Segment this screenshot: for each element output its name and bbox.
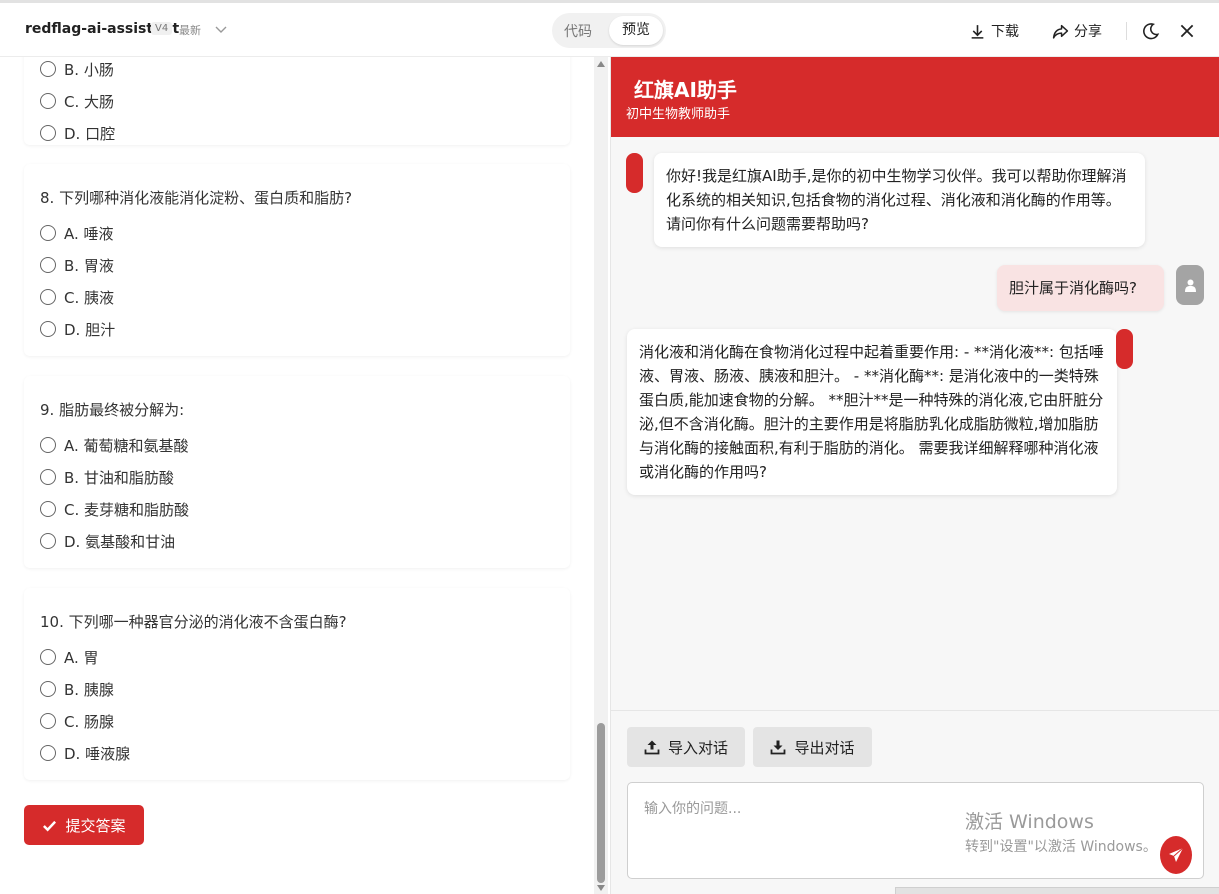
question-card: B. 小肠 C. 大肠 D. 口腔 — [24, 57, 570, 145]
option[interactable]: C. 肠腺 — [40, 711, 114, 731]
radio-button[interactable] — [40, 469, 56, 485]
check-icon — [43, 820, 57, 831]
share-label: 分享 — [1074, 24, 1102, 40]
option[interactable]: B. 胰腺 — [40, 679, 114, 699]
assistant-message: 消化液和消化酶在食物消化过程中起着重要作用: - **消化液**: 包括唾液、胃… — [627, 329, 1117, 495]
radio-button[interactable] — [40, 745, 56, 761]
option[interactable]: D. 氨基酸和甘油 — [40, 531, 175, 551]
scrollbar-thumb[interactable] — [597, 723, 605, 883]
chat-input[interactable] — [627, 782, 1204, 879]
assistant-avatar — [626, 153, 643, 193]
radio-button[interactable] — [40, 225, 56, 241]
user-avatar — [1176, 265, 1204, 305]
activation-watermark-subtitle: 转到"设置"以激活 Windows。 — [965, 839, 1157, 855]
radio-button[interactable] — [40, 681, 56, 697]
radio-button[interactable] — [40, 93, 56, 109]
scroll-down-arrow-icon[interactable] — [597, 885, 605, 891]
radio-button[interactable] — [40, 289, 56, 305]
question-title: 10. 下列哪一种器官分泌的消化液不含蛋白酶? — [40, 613, 347, 631]
radio-button[interactable] — [40, 321, 56, 337]
option[interactable]: A. 葡萄糖和氨基酸 — [40, 435, 189, 455]
taskbar-edge — [895, 887, 1219, 894]
user-message: 胆汁属于消化酶吗? — [997, 265, 1164, 311]
chat-panel: 红旗AI助手 初中生物教师助手 你好!我是红旗AI助手,是你的初中生物学习伙伴。… — [610, 57, 1219, 894]
chevron-down-icon[interactable] — [213, 21, 229, 37]
radio-button[interactable] — [40, 649, 56, 665]
question-card: 9. 脂肪最终被分解为: A. 葡萄糖和氨基酸 B. 甘油和脂肪酸 C. 麦芽糖… — [24, 376, 570, 568]
option[interactable]: A. 唾液 — [40, 223, 114, 243]
option[interactable]: B. 甘油和脂肪酸 — [40, 467, 174, 487]
radio-button[interactable] — [40, 61, 56, 77]
option[interactable]: C. 麦芽糖和脂肪酸 — [40, 499, 189, 519]
toolbar-divider — [1126, 22, 1127, 40]
option[interactable]: D. 唾液腺 — [40, 743, 130, 763]
paper-plane-icon — [1169, 847, 1184, 862]
activation-watermark-title: 激活 Windows — [965, 811, 1094, 833]
moon-icon[interactable] — [1142, 22, 1160, 40]
version-badge: V4 — [151, 22, 173, 35]
top-bar: redflag-ai-assistant V4 最新 代码 预览 下载 分享 — [0, 0, 1219, 57]
radio-button[interactable] — [40, 501, 56, 517]
radio-button[interactable] — [40, 437, 56, 453]
tab-code[interactable]: 代码 — [564, 21, 592, 41]
radio-button[interactable] — [40, 125, 56, 141]
assistant-avatar — [1116, 329, 1133, 369]
submit-button[interactable]: 提交答案 — [24, 805, 144, 845]
question-card: 10. 下列哪一种器官分泌的消化液不含蛋白酶? A. 胃 B. 胰腺 C. 肠腺… — [24, 588, 570, 780]
option[interactable]: D. 口腔 — [40, 123, 115, 143]
radio-button[interactable] — [40, 713, 56, 729]
close-icon[interactable] — [1178, 22, 1196, 40]
upload-icon — [644, 740, 660, 755]
radio-button[interactable] — [40, 257, 56, 273]
share-button[interactable]: 分享 — [1052, 21, 1102, 41]
chat-header: 红旗AI助手 初中生物教师助手 — [611, 57, 1219, 137]
option[interactable]: C. 大肠 — [40, 91, 114, 111]
question-title: 9. 脂肪最终被分解为: — [40, 401, 185, 419]
quiz-panel: B. 小肠 C. 大肠 D. 口腔 8. 下列哪种消化液能消化淀粉、蛋白质和脂肪… — [0, 57, 608, 894]
option[interactable]: B. 小肠 — [40, 59, 114, 79]
quiz-scrollbar[interactable] — [594, 57, 608, 894]
scroll-up-arrow-icon[interactable] — [597, 61, 605, 67]
question-title: 8. 下列哪种消化液能消化淀粉、蛋白质和脂肪? — [40, 189, 353, 207]
chat-footer: 导入对话 导出对话 激活 Windows 转到"设置"以激活 Windows。 — [611, 710, 1219, 894]
download-label: 下载 — [991, 24, 1019, 40]
share-icon — [1052, 24, 1069, 39]
export-chat-button[interactable]: 导出对话 — [753, 727, 872, 767]
latest-label: 最新 — [179, 24, 201, 37]
download-icon — [971, 24, 984, 39]
submit-label: 提交答案 — [65, 816, 126, 835]
chat-title: 红旗AI助手 — [634, 78, 737, 102]
assistant-message: 你好!我是红旗AI助手,是你的初中生物学习伙伴。我可以帮助你理解消化系统的相关知… — [654, 153, 1145, 247]
download-button[interactable]: 下载 — [969, 21, 1019, 41]
option[interactable]: B. 胃液 — [40, 255, 114, 275]
radio-button[interactable] — [40, 533, 56, 549]
download-icon — [771, 740, 786, 755]
user-icon — [1184, 279, 1196, 292]
option[interactable]: A. 胃 — [40, 647, 99, 667]
import-label: 导入对话 — [667, 738, 728, 757]
option[interactable]: C. 胰液 — [40, 287, 114, 307]
chat-subtitle: 初中生物教师助手 — [626, 107, 731, 122]
send-button[interactable] — [1160, 836, 1192, 874]
question-card: 8. 下列哪种消化液能消化淀粉、蛋白质和脂肪? A. 唾液 B. 胃液 C. 胰… — [24, 164, 570, 356]
export-label: 导出对话 — [794, 738, 855, 757]
option[interactable]: D. 胆汁 — [40, 319, 115, 339]
tab-preview[interactable]: 预览 — [609, 16, 663, 45]
view-toggle: 代码 预览 — [552, 13, 666, 48]
import-chat-button[interactable]: 导入对话 — [627, 727, 745, 767]
